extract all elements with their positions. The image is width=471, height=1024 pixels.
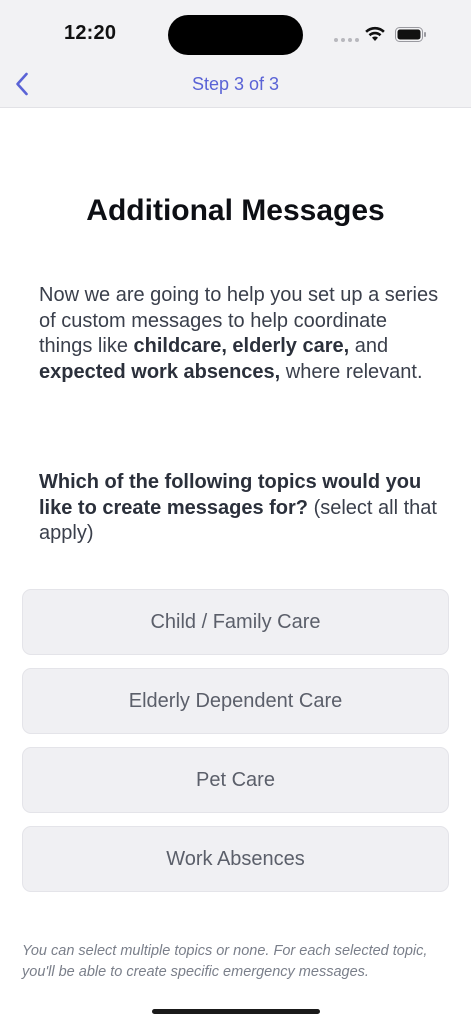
signal-dots-icon [334,38,359,42]
page-title: Additional Messages [86,194,385,227]
nav-step-title: Step 3 of 3 [191,74,280,94]
intro-text: where relevant. [280,360,423,383]
topic-elderly-dependent-care-button[interactable]: Elderly Dependent Care [22,668,449,734]
dynamic-island [168,15,303,55]
intro-paragraph: Now we are going to help you set up a se… [39,283,439,385]
topic-options-list: Child / Family Care Elderly Dependent Ca… [22,589,449,905]
topic-work-absences-button[interactable]: Work Absences [22,826,449,892]
status-time: 12:20 [64,22,117,44]
topic-pet-care-button[interactable]: Pet Care [22,747,449,813]
intro-bold-work-absences: expected work absences, [39,360,281,383]
battery-icon [395,27,426,42]
footnote-text: You can select multiple topics or none. … [22,943,428,980]
wifi-icon [365,26,385,41]
intro-text: and [349,335,389,357]
navigation-bar: Step 3 of 3 [0,60,471,108]
topic-child-family-care-button[interactable]: Child / Family Care [22,589,449,655]
status-bar: 12:20 [0,0,471,60]
intro-bold-childcare: childcare, elderly care, [133,335,350,357]
home-indicator[interactable] [152,1009,320,1014]
topics-question: Which of the following topics would you … [39,470,439,547]
